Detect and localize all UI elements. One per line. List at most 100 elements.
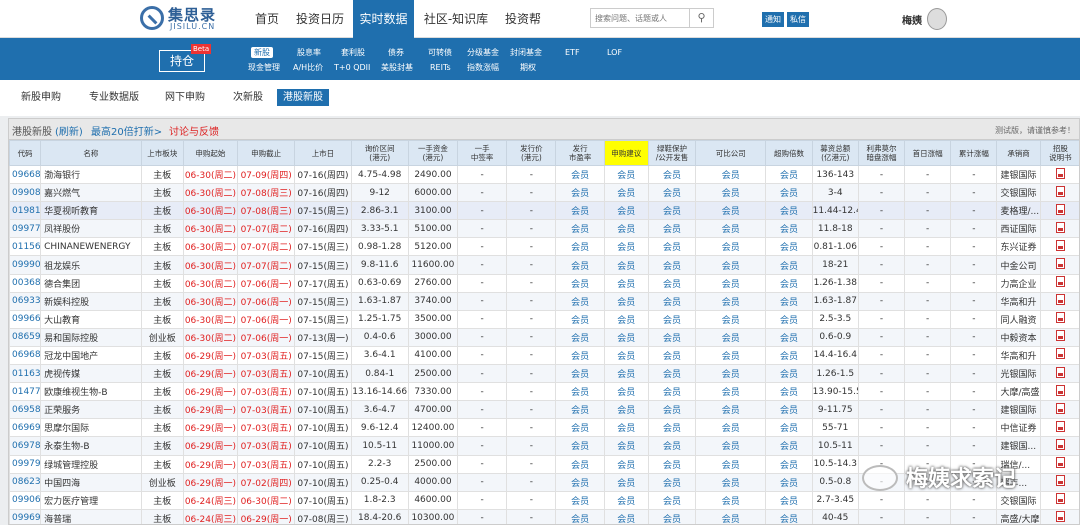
table-cell[interactable]: 会员 xyxy=(555,327,605,347)
cat-reits[interactable]: REITs xyxy=(430,62,451,73)
table-cell[interactable]: 会员 xyxy=(695,472,767,492)
table-cell[interactable]: 会员 xyxy=(555,237,605,257)
cat-qdii[interactable]: T+0 QDII xyxy=(334,62,370,73)
table-cell[interactable]: 会员 xyxy=(555,164,605,185)
prospectus-cell[interactable] xyxy=(1039,364,1079,384)
table-cell[interactable]: 会员 xyxy=(695,382,767,402)
search-input[interactable] xyxy=(590,8,690,28)
column-header[interactable]: 募资总额 (亿港元) xyxy=(811,140,859,166)
table-cell[interactable]: 09906 xyxy=(9,490,42,510)
table-cell[interactable]: 会员 xyxy=(555,436,605,456)
table-cell[interactable]: 会员 xyxy=(603,291,649,311)
table-cell[interactable]: 09908 xyxy=(9,183,42,203)
table-cell[interactable]: 会员 xyxy=(647,364,697,384)
column-header[interactable]: 承销商 xyxy=(996,140,1041,166)
prospectus-cell[interactable] xyxy=(1039,164,1079,185)
table-cell[interactable]: 会员 xyxy=(765,400,813,420)
table-cell[interactable]: 06958 xyxy=(9,400,42,420)
table-row[interactable]: 06958 正荣服务 主板 06-29(周一) 07-03(周五) 07-10(周五) 3.… xyxy=(9,400,1079,420)
prospectus-cell[interactable] xyxy=(1039,183,1079,203)
pdf-icon[interactable] xyxy=(1055,348,1065,360)
column-header[interactable]: 一手 中签率 xyxy=(457,140,508,166)
table-cell[interactable]: 会员 xyxy=(603,508,649,524)
site-logo[interactable]: 集思录 JISILU.CN xyxy=(140,4,235,34)
pdf-icon[interactable] xyxy=(1055,511,1065,523)
table-row[interactable]: 09908 嘉兴燃气 主板 06-30(周二) 07-08(周三) 07-16(周四) 9-… xyxy=(9,183,1079,203)
table-cell[interactable]: 会员 xyxy=(603,418,649,438)
table-row[interactable]: 06933 新娱科控股 主板 06-30(周二) 07-06(周一) 07-15(周三) 1… xyxy=(9,291,1079,311)
table-cell[interactable]: 09990 xyxy=(9,255,42,275)
table-cell[interactable]: 06978 xyxy=(9,436,42,456)
pdf-icon[interactable] xyxy=(1055,420,1065,432)
table-cell[interactable]: 会员 xyxy=(765,436,813,456)
table-row[interactable]: 01163 虎视传媒 主板 06-29(周一) 07-03(周五) 07-10(周五) 0.… xyxy=(9,364,1079,384)
table-cell[interactable]: 会员 xyxy=(603,472,649,492)
table-cell[interactable]: 会员 xyxy=(603,490,649,510)
table-cell[interactable]: 会员 xyxy=(555,219,605,239)
table-cell[interactable]: 会员 xyxy=(647,183,697,203)
table-cell[interactable]: 会员 xyxy=(603,327,649,347)
prospectus-cell[interactable] xyxy=(1039,219,1079,239)
table-cell[interactable]: 会员 xyxy=(647,309,697,329)
column-header[interactable]: 发行 市盈率 xyxy=(555,140,605,166)
table-cell[interactable]: 会员 xyxy=(647,490,697,510)
cat-closed-fund[interactable]: 封闭基金 xyxy=(510,47,542,58)
pdf-icon[interactable] xyxy=(1055,239,1065,251)
table-cell[interactable]: 会员 xyxy=(695,508,767,524)
column-header[interactable]: 利弗莫尔 暗盘涨幅 xyxy=(857,140,906,166)
table-cell[interactable]: 会员 xyxy=(555,382,605,402)
column-header[interactable]: 名称 xyxy=(40,140,142,166)
table-cell[interactable]: 会员 xyxy=(647,382,697,402)
table-cell[interactable]: 会员 xyxy=(555,454,605,474)
table-cell[interactable]: 会员 xyxy=(765,508,813,524)
table-cell[interactable]: 08659 xyxy=(9,327,42,347)
table-cell[interactable]: 会员 xyxy=(647,237,697,257)
table-cell[interactable]: 会员 xyxy=(555,508,605,524)
cat-etf[interactable]: ETF xyxy=(565,47,580,58)
cat-options[interactable]: 期权 xyxy=(520,62,536,73)
column-header[interactable]: 申购起始 xyxy=(182,140,239,166)
table-cell[interactable]: 会员 xyxy=(695,219,767,239)
cat-cash-mgmt[interactable]: 现金管理 xyxy=(248,62,280,73)
prospectus-cell[interactable] xyxy=(1039,237,1079,257)
table-row[interactable]: 09990 祖龙娱乐 主板 06-30(周二) 07-07(周二) 07-15(周三) 9.… xyxy=(9,255,1079,275)
cat-graded-fund[interactable]: 分级基金 xyxy=(467,47,499,58)
table-cell[interactable]: 会员 xyxy=(555,364,605,384)
nav-calendar[interactable]: 投资日历 xyxy=(292,0,348,38)
table-cell[interactable]: 会员 xyxy=(695,255,767,275)
table-cell[interactable]: 09977 xyxy=(9,219,42,239)
search-icon[interactable]: ⚲ xyxy=(690,8,714,28)
pdf-icon[interactable] xyxy=(1055,384,1065,396)
table-cell[interactable]: 会员 xyxy=(647,454,697,474)
nav-invest-help[interactable]: 投资帮 xyxy=(500,0,546,38)
table-cell[interactable]: 会员 xyxy=(765,273,813,293)
prospectus-cell[interactable] xyxy=(1039,273,1079,293)
pdf-icon[interactable] xyxy=(1055,258,1065,270)
table-row[interactable]: 06969 思摩尔国际 主板 06-29(周一) 07-03(周五) 07-10(周五) 9… xyxy=(9,418,1079,438)
column-header[interactable]: 可比公司 xyxy=(695,140,767,166)
tab-hk-ipo[interactable]: 港股新股 xyxy=(277,89,329,106)
table-cell[interactable]: 会员 xyxy=(555,418,605,438)
prospectus-cell[interactable] xyxy=(1039,400,1079,420)
column-header[interactable]: 询价区间 (港元) xyxy=(350,140,409,166)
table-cell[interactable]: 会员 xyxy=(695,237,767,257)
table-cell[interactable]: 会员 xyxy=(765,382,813,402)
prospectus-cell[interactable] xyxy=(1039,291,1079,311)
table-cell[interactable]: 会员 xyxy=(603,436,649,456)
table-cell[interactable]: 会员 xyxy=(695,183,767,203)
pdf-icon[interactable] xyxy=(1055,402,1065,414)
table-row[interactable]: 08659 易和国际控股 创业板 06-30(周二) 07-06(周一) 07-13(周一… xyxy=(9,327,1079,347)
table-row[interactable]: 01156 CHINANEWENERGY 主板 06-30(周二) 07-07(周二) 0… xyxy=(9,237,1079,257)
pdf-icon[interactable] xyxy=(1055,366,1065,378)
table-row[interactable]: 09668 渤海银行 主板 06-30(周二) 07-09(周四) 07-16(周四) 4.… xyxy=(9,164,1079,185)
table-cell[interactable]: 会员 xyxy=(603,201,649,221)
prospectus-cell[interactable] xyxy=(1039,201,1079,221)
max-20x-link[interactable]: 最高20倍打新> xyxy=(91,123,162,138)
column-header[interactable]: 首日涨幅 xyxy=(904,140,952,166)
table-cell[interactable]: 会员 xyxy=(765,418,813,438)
message-button[interactable]: 私信 xyxy=(787,12,809,27)
refresh-link[interactable]: (刷新) xyxy=(55,123,83,138)
table-cell[interactable]: 会员 xyxy=(695,201,767,221)
prospectus-cell[interactable] xyxy=(1039,345,1079,366)
table-cell[interactable]: 会员 xyxy=(555,345,605,366)
